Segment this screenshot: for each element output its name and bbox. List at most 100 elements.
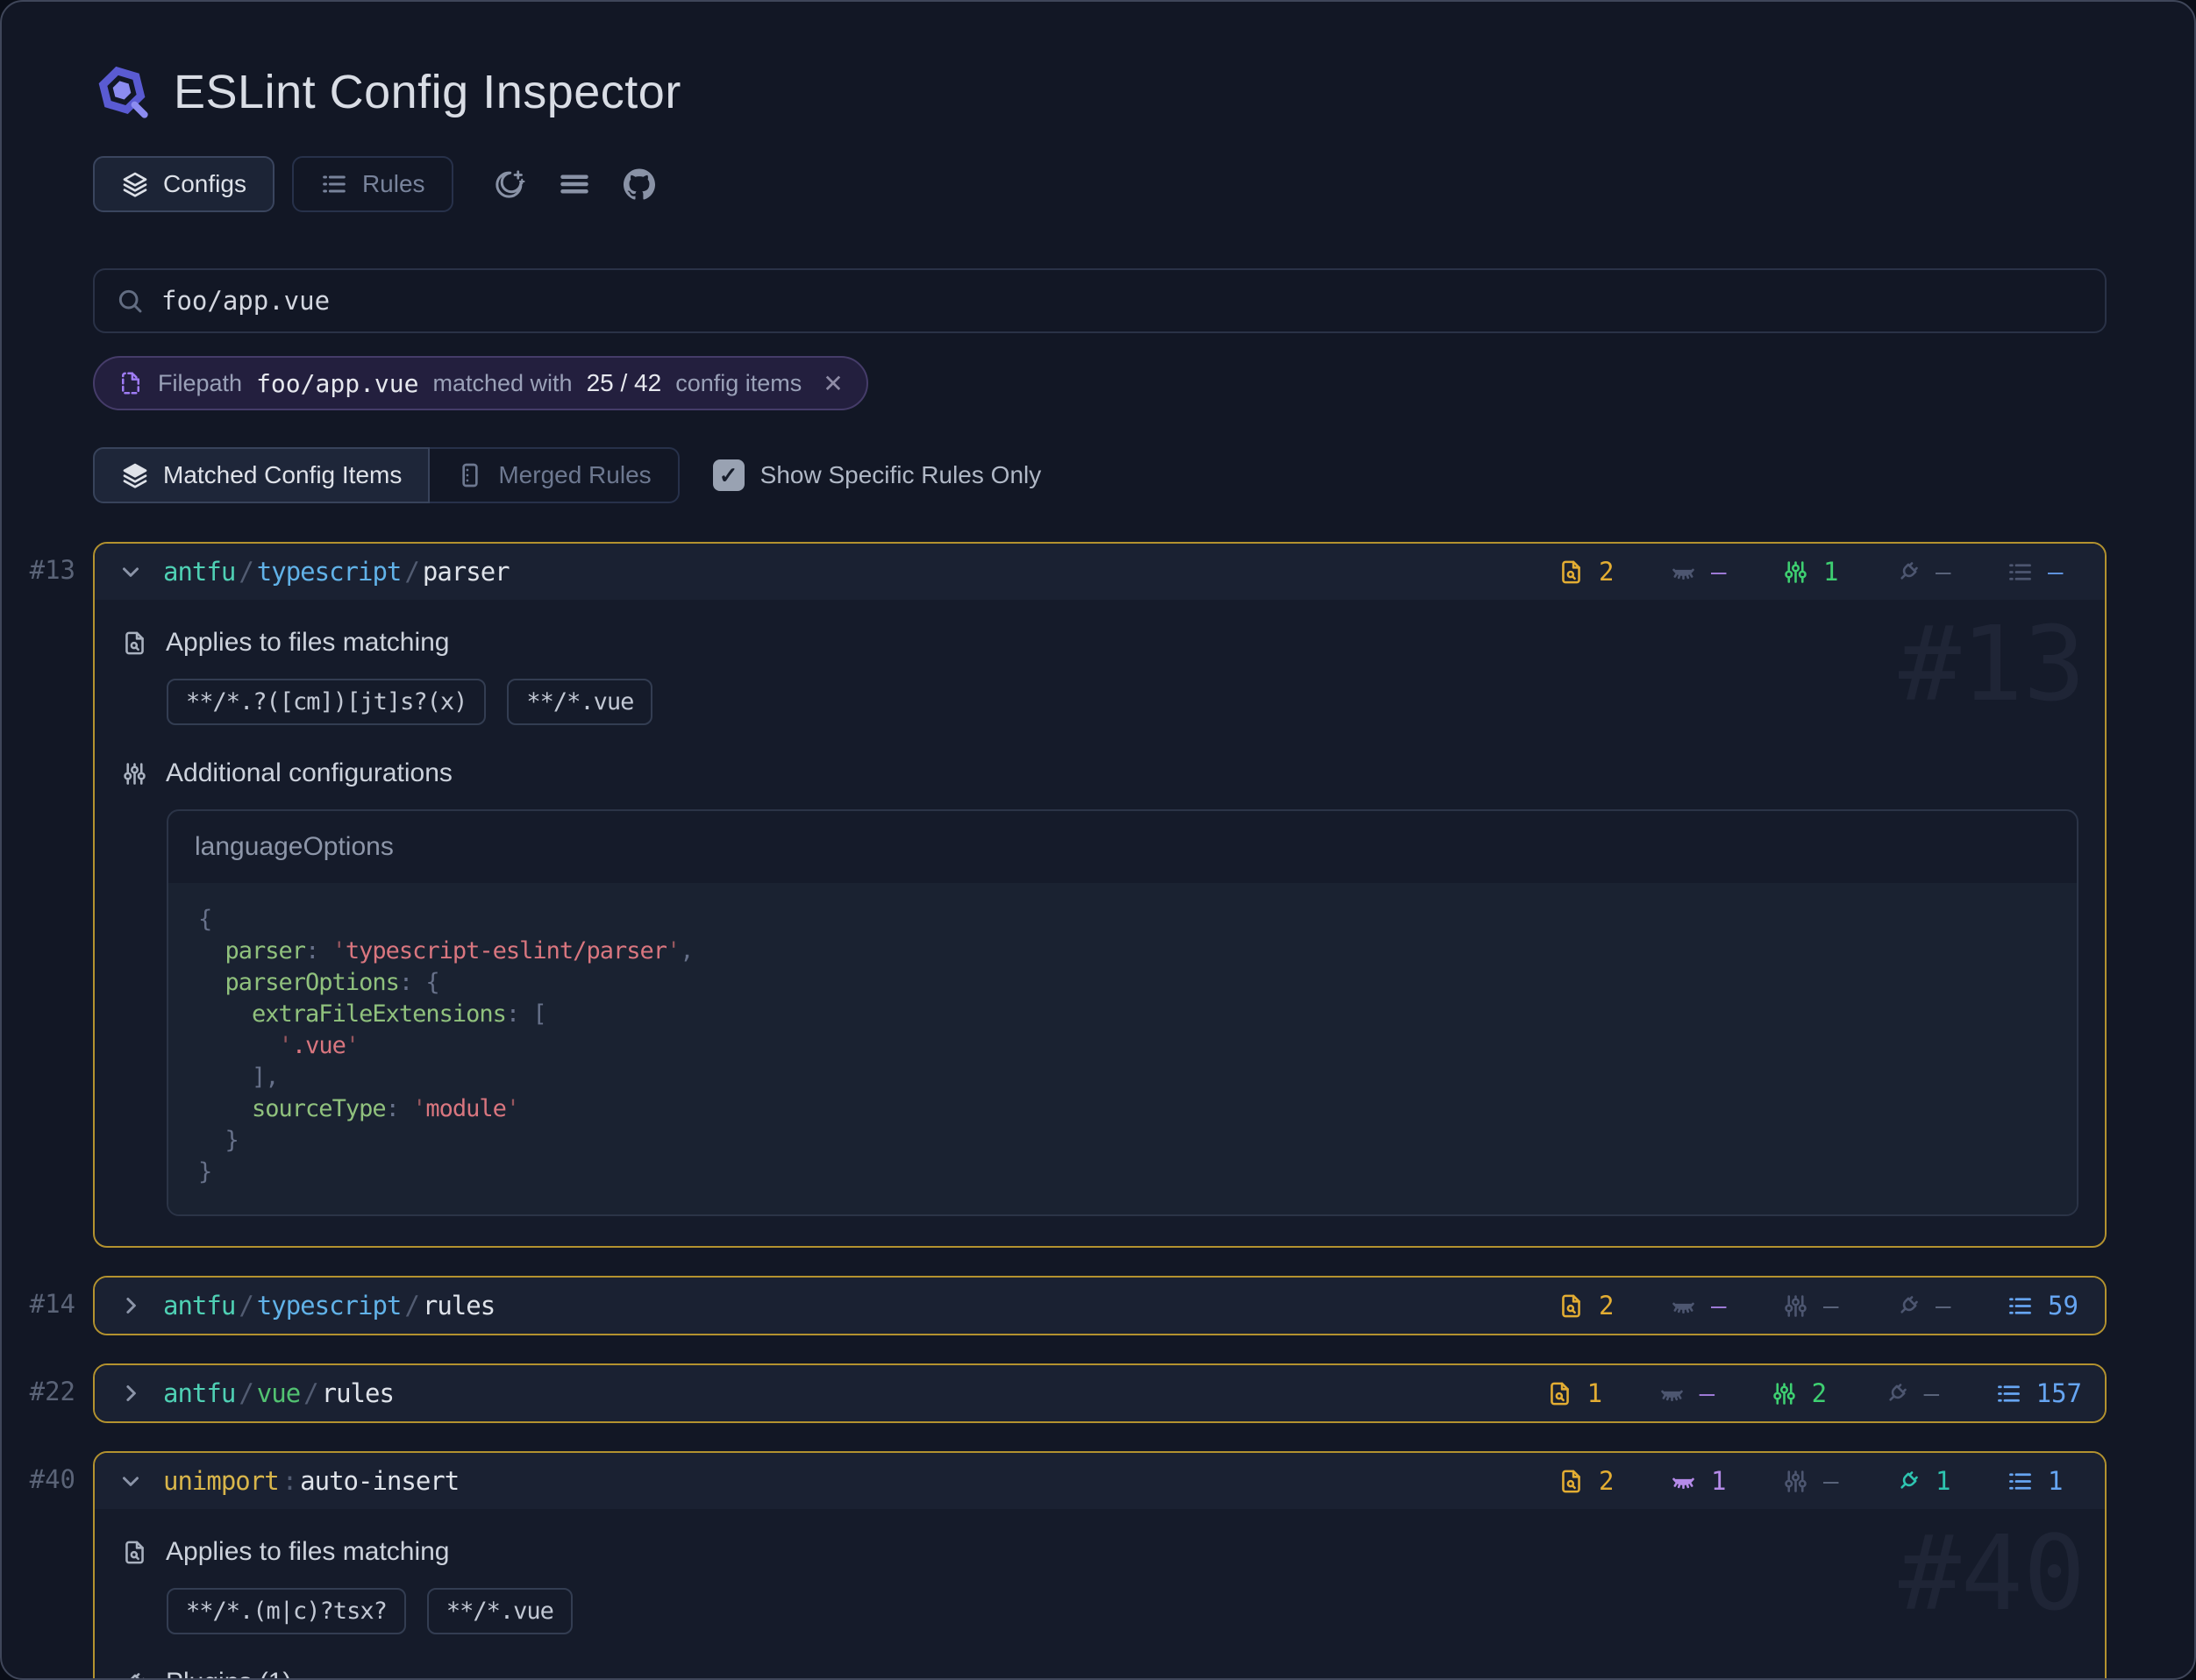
list-icon [2007, 1468, 2034, 1495]
config-list: #13 #13 antfu/typescript/parser 2 [2, 542, 2194, 1680]
config-card-header[interactable]: unimport:auto-insert 2 1 – [95, 1453, 2105, 1509]
list-icon [1995, 1380, 2022, 1407]
merged-rules-icon [456, 461, 484, 489]
checkbox-label: Show Specific Rules Only [760, 461, 1042, 489]
config-card-40: #40 unimport:auto-insert 2 1 [93, 1451, 2107, 1680]
config-index: #40 [30, 1451, 75, 1507]
dark-mode-toggle[interactable] [490, 165, 529, 203]
chevron-right-icon [118, 1292, 144, 1319]
badge-plugins: 1 [1894, 1466, 1970, 1496]
config-name: unimport:auto-insert [163, 1466, 459, 1496]
config-card-header[interactable]: antfu/typescript/parser 2 – [95, 544, 2105, 600]
search-icon [116, 287, 144, 315]
badge-group: 2 1 – 1 [1558, 1466, 2082, 1496]
config-card-header[interactable]: antfu/vue/rules 1 – 2 [95, 1365, 2105, 1421]
glob-chip: **/*.?([cm])[jt]s?(x) [167, 679, 486, 725]
chevron-right-icon [118, 1380, 144, 1406]
badge-group: 2 – – – [1558, 1291, 2082, 1321]
tab-bar: Configs Rules [93, 156, 2107, 212]
badge-rules: 157 [1995, 1378, 2082, 1408]
tab-configs[interactable]: Configs [93, 156, 274, 212]
toggle-matched-label: Matched Config Items [163, 461, 402, 489]
badge-files: 2 [1558, 557, 1633, 587]
badge-group: 2 – 1 – [1558, 557, 2082, 587]
eye-closed-icon [1670, 559, 1697, 586]
plugins-label: Plugins (1) [121, 1668, 2078, 1680]
badge-rules: 59 [2007, 1291, 2082, 1321]
chip-filepath: foo/app.vue [256, 369, 418, 398]
search-bar [93, 268, 2107, 333]
glob-list: **/*.?([cm])[jt]s?(x) **/*.vue [167, 679, 2078, 725]
file-search-icon [1558, 1292, 1585, 1320]
search-input[interactable] [160, 285, 2084, 317]
badge-files: 1 [1546, 1378, 1622, 1408]
badge-plugins: – [1894, 1291, 1970, 1321]
config-name: antfu/typescript/rules [163, 1291, 495, 1321]
config-row-40: #40 #40 unimport:auto-insert 2 [2, 1451, 2194, 1680]
plug-icon [1894, 1292, 1922, 1320]
layers-icon [121, 170, 149, 198]
badge-group: 1 – 2 – [1546, 1378, 2082, 1408]
menu-button[interactable] [555, 165, 594, 203]
chevron-down-icon [118, 559, 144, 585]
sliders-icon [1782, 1468, 1809, 1495]
badge-fields: – [1670, 1291, 1745, 1321]
language-options-box: languageOptions { parser: 'typescript-es… [167, 809, 2078, 1216]
config-index: #22 [30, 1363, 75, 1420]
badge-configs: 2 [1771, 1378, 1846, 1408]
plug-icon [1894, 1468, 1922, 1495]
config-row-13: #13 #13 antfu/typescript/parser 2 [2, 542, 2194, 1248]
files-matching-label: Applies to files matching [121, 1537, 2078, 1567]
badge-rules: 1 [2007, 1466, 2082, 1496]
badge-configs: – [1782, 1291, 1857, 1321]
show-specific-rules-checkbox[interactable]: ✓ Show Specific Rules Only [713, 459, 1042, 491]
filter-row: Filepath foo/app.vue matched with 25 / 4… [93, 356, 2107, 410]
config-card-22: antfu/vue/rules 1 – 2 [93, 1363, 2107, 1423]
github-link[interactable] [620, 165, 659, 203]
config-card-body: Applies to files matching **/*.(m|c)?tsx… [95, 1509, 2105, 1680]
badge-fields: – [1670, 557, 1745, 587]
toggle-merged-rules[interactable]: Merged Rules [430, 447, 679, 503]
config-card-13: #13 antfu/typescript/parser 2 – [93, 542, 2107, 1248]
tab-configs-label: Configs [163, 170, 246, 198]
config-row-14: #14 antfu/typescript/rules 2 – [2, 1276, 2194, 1335]
chip-prefix: Filepath [158, 370, 242, 397]
app-header: ESLint Config Inspector [93, 63, 2107, 121]
list-icon [2007, 559, 2034, 586]
config-card-header[interactable]: antfu/typescript/rules 2 – [95, 1278, 2105, 1334]
close-icon[interactable]: ✕ [823, 369, 843, 398]
file-search-icon [1558, 1468, 1585, 1495]
chip-suffix: config items [675, 370, 802, 397]
filepath-filter-chip[interactable]: Filepath foo/app.vue matched with 25 / 4… [93, 356, 868, 410]
lines-icon [559, 168, 590, 200]
page-title: ESLint Config Inspector [174, 65, 681, 119]
checkbox-checked-icon: ✓ [713, 459, 745, 491]
language-options-title: languageOptions [168, 811, 2077, 883]
toggle-matched-config-items[interactable]: Matched Config Items [93, 447, 430, 503]
header-icon-bar [490, 165, 659, 203]
code-block: { parser: 'typescript-eslint/parser', pa… [168, 883, 2077, 1214]
file-search-icon [121, 1539, 148, 1566]
chevron-down-icon [118, 1468, 144, 1494]
badge-rules: – [2007, 557, 2082, 587]
glob-chip: **/*.vue [507, 679, 652, 725]
sliders-icon [121, 760, 148, 787]
sliders-icon [1782, 559, 1809, 586]
eye-closed-icon [1670, 1292, 1697, 1320]
file-dashed-icon [118, 370, 144, 396]
badge-fields: 1 [1670, 1466, 1745, 1496]
list-icon [320, 170, 348, 198]
sliders-icon [1771, 1380, 1798, 1407]
eye-closed-icon [1670, 1468, 1697, 1495]
list-icon [2007, 1292, 2034, 1320]
glob-chip: **/*.(m|c)?tsx? [167, 1588, 406, 1634]
moon-star-icon [494, 168, 525, 200]
badge-files: 2 [1558, 1466, 1633, 1496]
plug-icon [1883, 1380, 1910, 1407]
app-window: ESLint Config Inspector Configs Rules [0, 0, 2196, 1680]
plug-icon [1894, 559, 1922, 586]
file-search-icon [1546, 1380, 1573, 1407]
glob-chip: **/*.vue [427, 1588, 573, 1634]
tab-rules[interactable]: Rules [292, 156, 453, 212]
config-index: #14 [30, 1276, 75, 1332]
